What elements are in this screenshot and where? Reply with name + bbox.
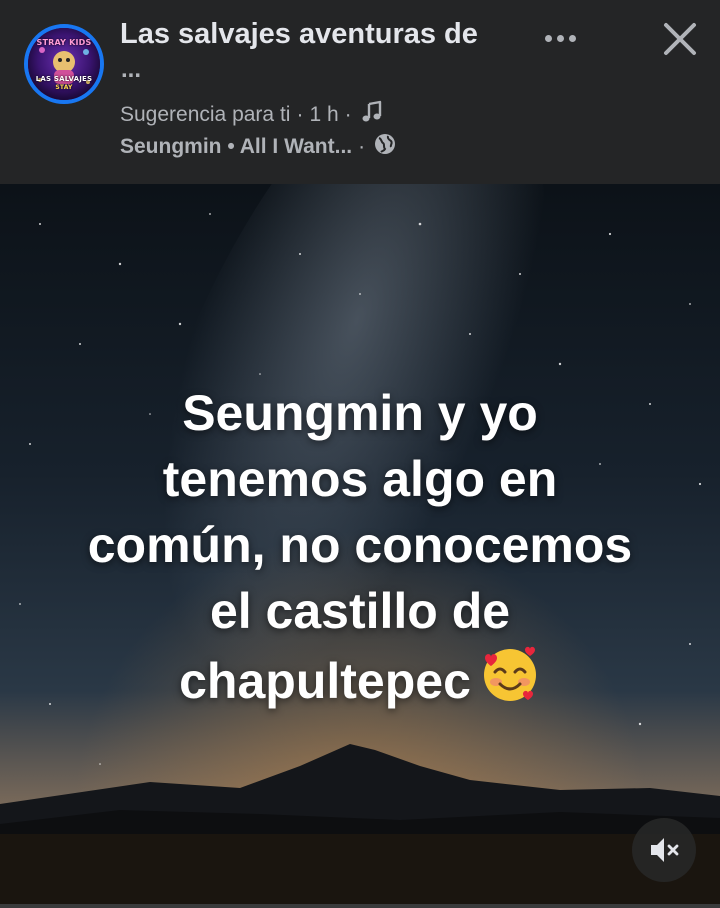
post-meta: Sugerencia para ti · 1 h · <box>120 100 384 130</box>
meta-separator: · <box>296 103 304 126</box>
progress-track <box>0 904 720 908</box>
caption-line: tenemos algo en <box>162 451 558 507</box>
suggestion-label: Sugerencia para ti <box>120 103 291 126</box>
page-avatar[interactable]: STRAY KIDS LAS SALVAJES STAY <box>24 24 104 104</box>
page-name-link[interactable]: Las salvajes aventuras de <box>120 18 478 51</box>
caption-line: común, no conocemos <box>87 517 633 573</box>
avatar-logo-middle: LAS SALVAJES <box>35 75 93 83</box>
more-dot <box>556 34 564 42</box>
music-note-icon <box>360 100 384 130</box>
unmute-button[interactable] <box>632 818 696 882</box>
more-dot <box>568 34 576 42</box>
caption-line: Seungmin y yo <box>182 385 538 441</box>
caption-line: chapultepec <box>179 653 471 709</box>
meta-separator: · <box>358 135 366 158</box>
close-button[interactable] <box>658 17 702 61</box>
caption-line: el castillo de <box>209 583 511 639</box>
globe-icon[interactable] <box>373 132 397 162</box>
post-time[interactable]: 1 h <box>309 103 338 127</box>
caption-last-line: chapultepec <box>40 644 680 722</box>
speaker-muted-icon <box>651 838 679 862</box>
more-options-button[interactable] <box>536 22 584 54</box>
smiling-face-with-hearts-emoji <box>479 644 541 722</box>
avatar-logo-top: STRAY KIDS <box>36 38 92 47</box>
post-caption: Seungmin y yo tenemos algo en común, no … <box>40 380 680 722</box>
close-icon <box>664 23 696 55</box>
post-header: STRAY KIDS LAS SALVAJES STAY Las salvaje… <box>0 0 720 184</box>
avatar-logo-bottom: STAY <box>55 84 73 91</box>
song-link[interactable]: Seungmin • All I Want... <box>120 135 352 159</box>
page-name-overflow: ... <box>121 56 142 83</box>
post-image[interactable]: Seungmin y yo tenemos algo en común, no … <box>0 184 720 908</box>
song-row: Seungmin • All I Want... · <box>120 132 397 162</box>
meta-separator: · <box>344 103 352 126</box>
more-dot <box>544 34 552 42</box>
